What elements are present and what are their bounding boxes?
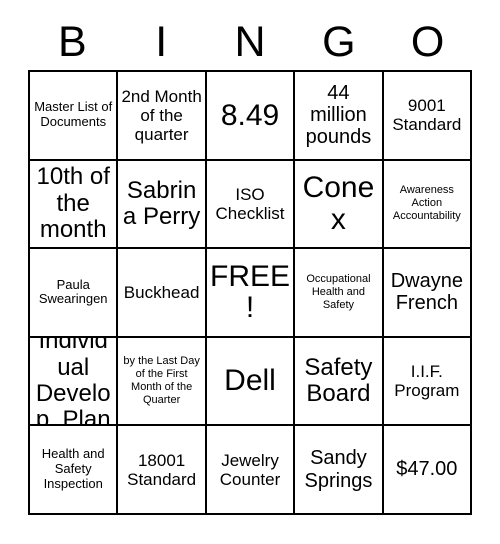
bingo-cell-b5[interactable]: Health and Safety Inspection <box>30 426 119 515</box>
bingo-cell-text: 10th of the month <box>36 163 110 244</box>
bingo-cell-o3[interactable]: Dwayne French <box>383 249 473 338</box>
bingo-cell-text: Individual Develop. Plan <box>35 337 111 427</box>
bingo-header-letter-b: B <box>58 17 87 66</box>
bingo-cell-text: Safety Board <box>304 353 373 408</box>
bingo-cell-o4[interactable]: I.I.F. Program <box>383 337 473 427</box>
bingo-cell-g1[interactable]: 44 million pounds <box>295 72 384 161</box>
bingo-header-letter-n: N <box>234 17 266 66</box>
bingo-cell-text: 9001 Standard <box>392 96 462 135</box>
bingo-header-letter-g: G <box>322 17 356 66</box>
bingo-cell-text: Occupational Health and Safety <box>306 273 371 311</box>
bingo-cell-b1[interactable]: Master List of Documents <box>30 72 119 161</box>
bingo-cell-b3[interactable]: Paula Swearingen <box>30 249 119 338</box>
bingo-cell-text: Master List of Documents <box>34 99 113 130</box>
bingo-cell-text: Paula Swearingen <box>38 276 108 307</box>
bingo-header-row: B I N G O <box>28 14 472 70</box>
bingo-cell-text: Dwayne French <box>390 270 463 315</box>
bingo-cell-text: FREE! <box>210 259 291 325</box>
bingo-grid: Master List of Documents 2nd Month of th… <box>28 70 473 515</box>
bingo-card: B I N G O Master List of Documents 2nd M… <box>0 0 500 544</box>
bingo-cell-text: Sabrina Perry <box>122 176 201 230</box>
bingo-header-letter-i: I <box>155 17 168 66</box>
bingo-cell-g5[interactable]: Sandy Springs <box>295 426 384 515</box>
bingo-row: Master List of Documents 2nd Month of th… <box>30 72 473 161</box>
bingo-cell-text: I.I.F. Program <box>394 362 460 401</box>
bingo-cell-n4[interactable]: Dell <box>206 337 296 427</box>
bingo-cell-b2[interactable]: 10th of the month <box>30 160 119 250</box>
bingo-cell-i2[interactable]: Sabrina Perry <box>118 160 207 250</box>
bingo-cell-free-space[interactable]: FREE! <box>206 249 296 338</box>
bingo-row: Individual Develop. Plan by the Last Day… <box>30 337 473 427</box>
bingo-header-letter-o: O <box>410 17 445 66</box>
bingo-cell-o1[interactable]: 9001 Standard <box>383 72 473 161</box>
bingo-cell-text: Sandy Springs <box>304 447 373 492</box>
bingo-cell-b4[interactable]: Individual Develop. Plan <box>30 337 119 427</box>
bingo-cell-o2[interactable]: Awareness Action Accountability <box>383 160 473 250</box>
bingo-cell-text: by the Last Day of the First Month of th… <box>123 355 200 407</box>
bingo-cell-g3[interactable]: Occupational Health and Safety <box>295 249 384 338</box>
bingo-cell-text: 2nd Month of the quarter <box>121 86 202 144</box>
bingo-cell-text: ISO Checklist <box>215 184 285 223</box>
bingo-cell-text: $47.00 <box>396 458 458 481</box>
bingo-cell-text: Conex <box>302 171 375 236</box>
bingo-cell-text: 44 million pounds <box>305 81 372 149</box>
bingo-cell-i3[interactable]: Buckhead <box>118 249 207 338</box>
bingo-cell-text: Dell <box>224 364 276 398</box>
bingo-row: Health and Safety Inspection 18001 Stand… <box>30 426 473 515</box>
bingo-cell-n5[interactable]: Jewelry Counter <box>206 426 296 515</box>
bingo-cell-o5[interactable]: $47.00 <box>383 426 473 515</box>
bingo-cell-text: 18001 Standard <box>127 450 197 489</box>
bingo-cell-text: Jewelry Counter <box>219 450 281 489</box>
bingo-row: Paula Swearingen Buckhead FREE! Occupati… <box>30 249 473 338</box>
bingo-cell-text: Health and Safety Inspection <box>41 446 105 492</box>
bingo-cell-n1[interactable]: 8.49 <box>206 72 296 161</box>
bingo-cell-i4[interactable]: by the Last Day of the First Month of th… <box>118 337 207 427</box>
bingo-cell-n2[interactable]: ISO Checklist <box>206 160 296 250</box>
bingo-cell-i1[interactable]: 2nd Month of the quarter <box>118 72 207 161</box>
bingo-cell-text: 8.49 <box>220 98 280 132</box>
bingo-cell-i5[interactable]: 18001 Standard <box>118 426 207 515</box>
bingo-cell-text: Buckhead <box>123 282 200 302</box>
bingo-cell-g4[interactable]: Safety Board <box>295 337 384 427</box>
bingo-row: 10th of the month Sabrina Perry ISO Chec… <box>30 160 473 250</box>
bingo-cell-text: Awareness Action Accountability <box>392 184 461 223</box>
bingo-cell-g2[interactable]: Conex <box>295 160 384 250</box>
